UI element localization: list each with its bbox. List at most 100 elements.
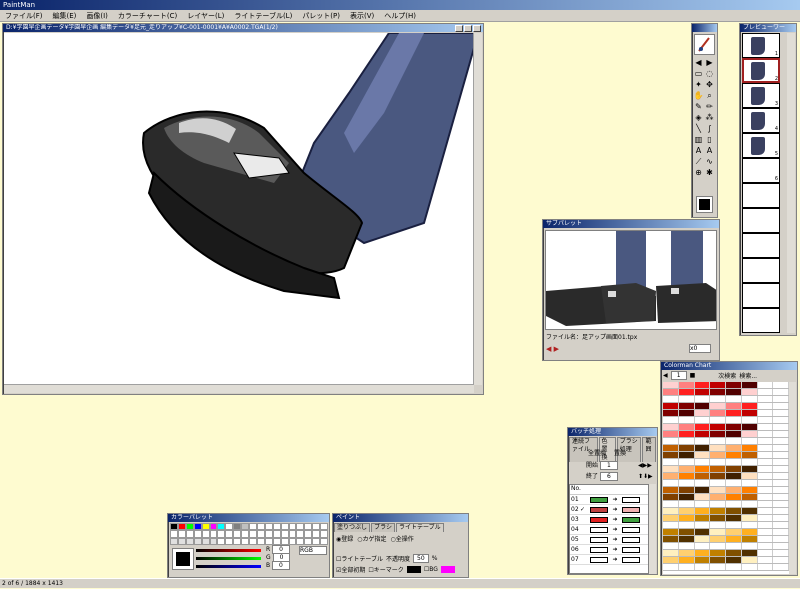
preview-frame[interactable]	[742, 208, 780, 233]
chart-cell[interactable]	[757, 459, 774, 465]
chart-cell[interactable]	[757, 515, 774, 521]
gradient-icon[interactable]: ▥	[693, 134, 704, 145]
palette-cell[interactable]	[233, 530, 242, 538]
keymark-checkbox[interactable]: ☐キーマーク	[368, 565, 403, 574]
chart-cell[interactable]	[710, 564, 726, 570]
chart-cell[interactable]	[741, 417, 758, 423]
replace-all-button[interactable]: 全置換	[588, 448, 606, 457]
chart-cell[interactable]	[710, 480, 726, 486]
opacity-input[interactable]: 50	[413, 554, 429, 563]
palette-cell[interactable]	[201, 523, 210, 531]
palette-cell[interactable]	[296, 537, 305, 545]
chart-cell[interactable]	[710, 473, 726, 479]
chart-cell[interactable]	[663, 410, 679, 416]
preview-frame[interactable]	[742, 183, 780, 208]
fill-icon[interactable]: ◈	[693, 112, 704, 123]
preview-frame[interactable]: 1	[742, 33, 780, 58]
palette-cell[interactable]	[193, 537, 202, 545]
paint-tab[interactable]: ライトテーブル	[395, 523, 444, 532]
chart-cell[interactable]	[741, 438, 758, 444]
palette-cell[interactable]	[217, 537, 226, 545]
preview-frame[interactable]	[742, 283, 780, 308]
chart-cell[interactable]	[678, 403, 695, 409]
from-color[interactable]	[590, 536, 608, 543]
chart-cell[interactable]	[773, 515, 789, 521]
save-icon[interactable]: ■	[690, 372, 696, 379]
palette-cell[interactable]	[304, 523, 313, 531]
chart-cell[interactable]	[726, 389, 742, 395]
chart-cell[interactable]	[726, 480, 742, 486]
b-slider[interactable]	[196, 565, 261, 568]
swap-icon[interactable]: ✱	[704, 167, 715, 178]
chart-cell[interactable]	[678, 396, 695, 402]
palette-cell[interactable]	[209, 523, 218, 531]
menu-item[interactable]: パレット(P)	[297, 10, 345, 21]
chart-cell[interactable]	[663, 445, 679, 451]
chart-cell[interactable]	[741, 522, 758, 528]
curve-icon[interactable]: ∫	[704, 123, 715, 134]
chart-cell[interactable]	[710, 424, 726, 430]
menu-item[interactable]: 編集(E)	[48, 10, 82, 21]
chart-cell[interactable]	[710, 417, 726, 423]
chart-cell[interactable]	[773, 424, 789, 430]
chart-cell[interactable]	[678, 410, 695, 416]
option-all[interactable]: ○全操作	[391, 534, 414, 543]
lasso-select-icon[interactable]: ◌	[704, 68, 715, 79]
from-color[interactable]	[590, 516, 608, 523]
chart-cell[interactable]	[757, 424, 774, 430]
chart-cell[interactable]	[773, 473, 789, 479]
chart-cell[interactable]	[710, 466, 726, 472]
brush-tool-icon[interactable]	[694, 34, 715, 55]
chart-cell[interactable]	[726, 431, 742, 437]
palette-cell[interactable]	[241, 523, 249, 531]
palette-cell[interactable]	[193, 523, 202, 531]
chart-cell[interactable]	[663, 403, 679, 409]
palette-cell[interactable]	[320, 537, 328, 545]
chart-cell[interactable]	[710, 445, 726, 451]
chart-cell[interactable]	[773, 417, 789, 423]
chart-cell[interactable]	[694, 543, 711, 549]
chart-cell[interactable]	[694, 389, 711, 395]
palette-cell[interactable]	[304, 530, 313, 538]
palette-cell[interactable]	[225, 537, 234, 545]
batch-row[interactable]: 05 ➜	[570, 535, 648, 545]
chart-cell[interactable]	[663, 564, 679, 570]
chart-cell[interactable]	[678, 459, 695, 465]
chart-cell[interactable]	[710, 501, 726, 507]
batch-row[interactable]: 04 ➜	[570, 525, 648, 535]
chart-cell[interactable]	[773, 494, 789, 500]
chart-cell[interactable]	[694, 508, 711, 514]
chart-cell[interactable]	[773, 459, 789, 465]
palette-cell[interactable]	[225, 530, 234, 538]
palette-cell[interactable]	[256, 537, 265, 545]
to-color[interactable]	[622, 556, 640, 563]
menu-item[interactable]: レイヤー(L)	[182, 10, 229, 21]
chart-cell[interactable]	[710, 536, 726, 542]
chart-cell[interactable]	[741, 473, 758, 479]
palette-cell[interactable]	[264, 530, 273, 538]
chart-cell[interactable]	[726, 396, 742, 402]
palette-cell[interactable]	[170, 530, 178, 538]
chart-cell[interactable]	[678, 438, 695, 444]
chart-cell[interactable]	[741, 536, 758, 542]
chart-cell[interactable]	[678, 487, 695, 493]
preview-scrollbar[interactable]	[787, 33, 795, 333]
chart-cell[interactable]	[757, 473, 774, 479]
chart-cell[interactable]	[726, 382, 742, 388]
palette-cell[interactable]	[312, 530, 321, 538]
chart-cell[interactable]	[678, 543, 695, 549]
chart-cell[interactable]	[710, 459, 726, 465]
chart-cell[interactable]	[694, 445, 711, 451]
chart-cell[interactable]	[663, 459, 679, 465]
chart-cell[interactable]	[726, 452, 742, 458]
chart-cell[interactable]	[757, 403, 774, 409]
chart-cell[interactable]	[678, 424, 695, 430]
pen-icon[interactable]: ✎	[693, 101, 704, 112]
magic-wand-icon[interactable]: ✦	[693, 79, 704, 90]
chart-cell[interactable]	[757, 536, 774, 542]
chart-cell[interactable]	[726, 557, 742, 563]
init-checkbox[interactable]: ☑全部初期	[336, 565, 365, 574]
menu-item[interactable]: 画像(I)	[81, 10, 113, 21]
chart-cell[interactable]	[741, 501, 758, 507]
chart-cell[interactable]	[726, 522, 742, 528]
